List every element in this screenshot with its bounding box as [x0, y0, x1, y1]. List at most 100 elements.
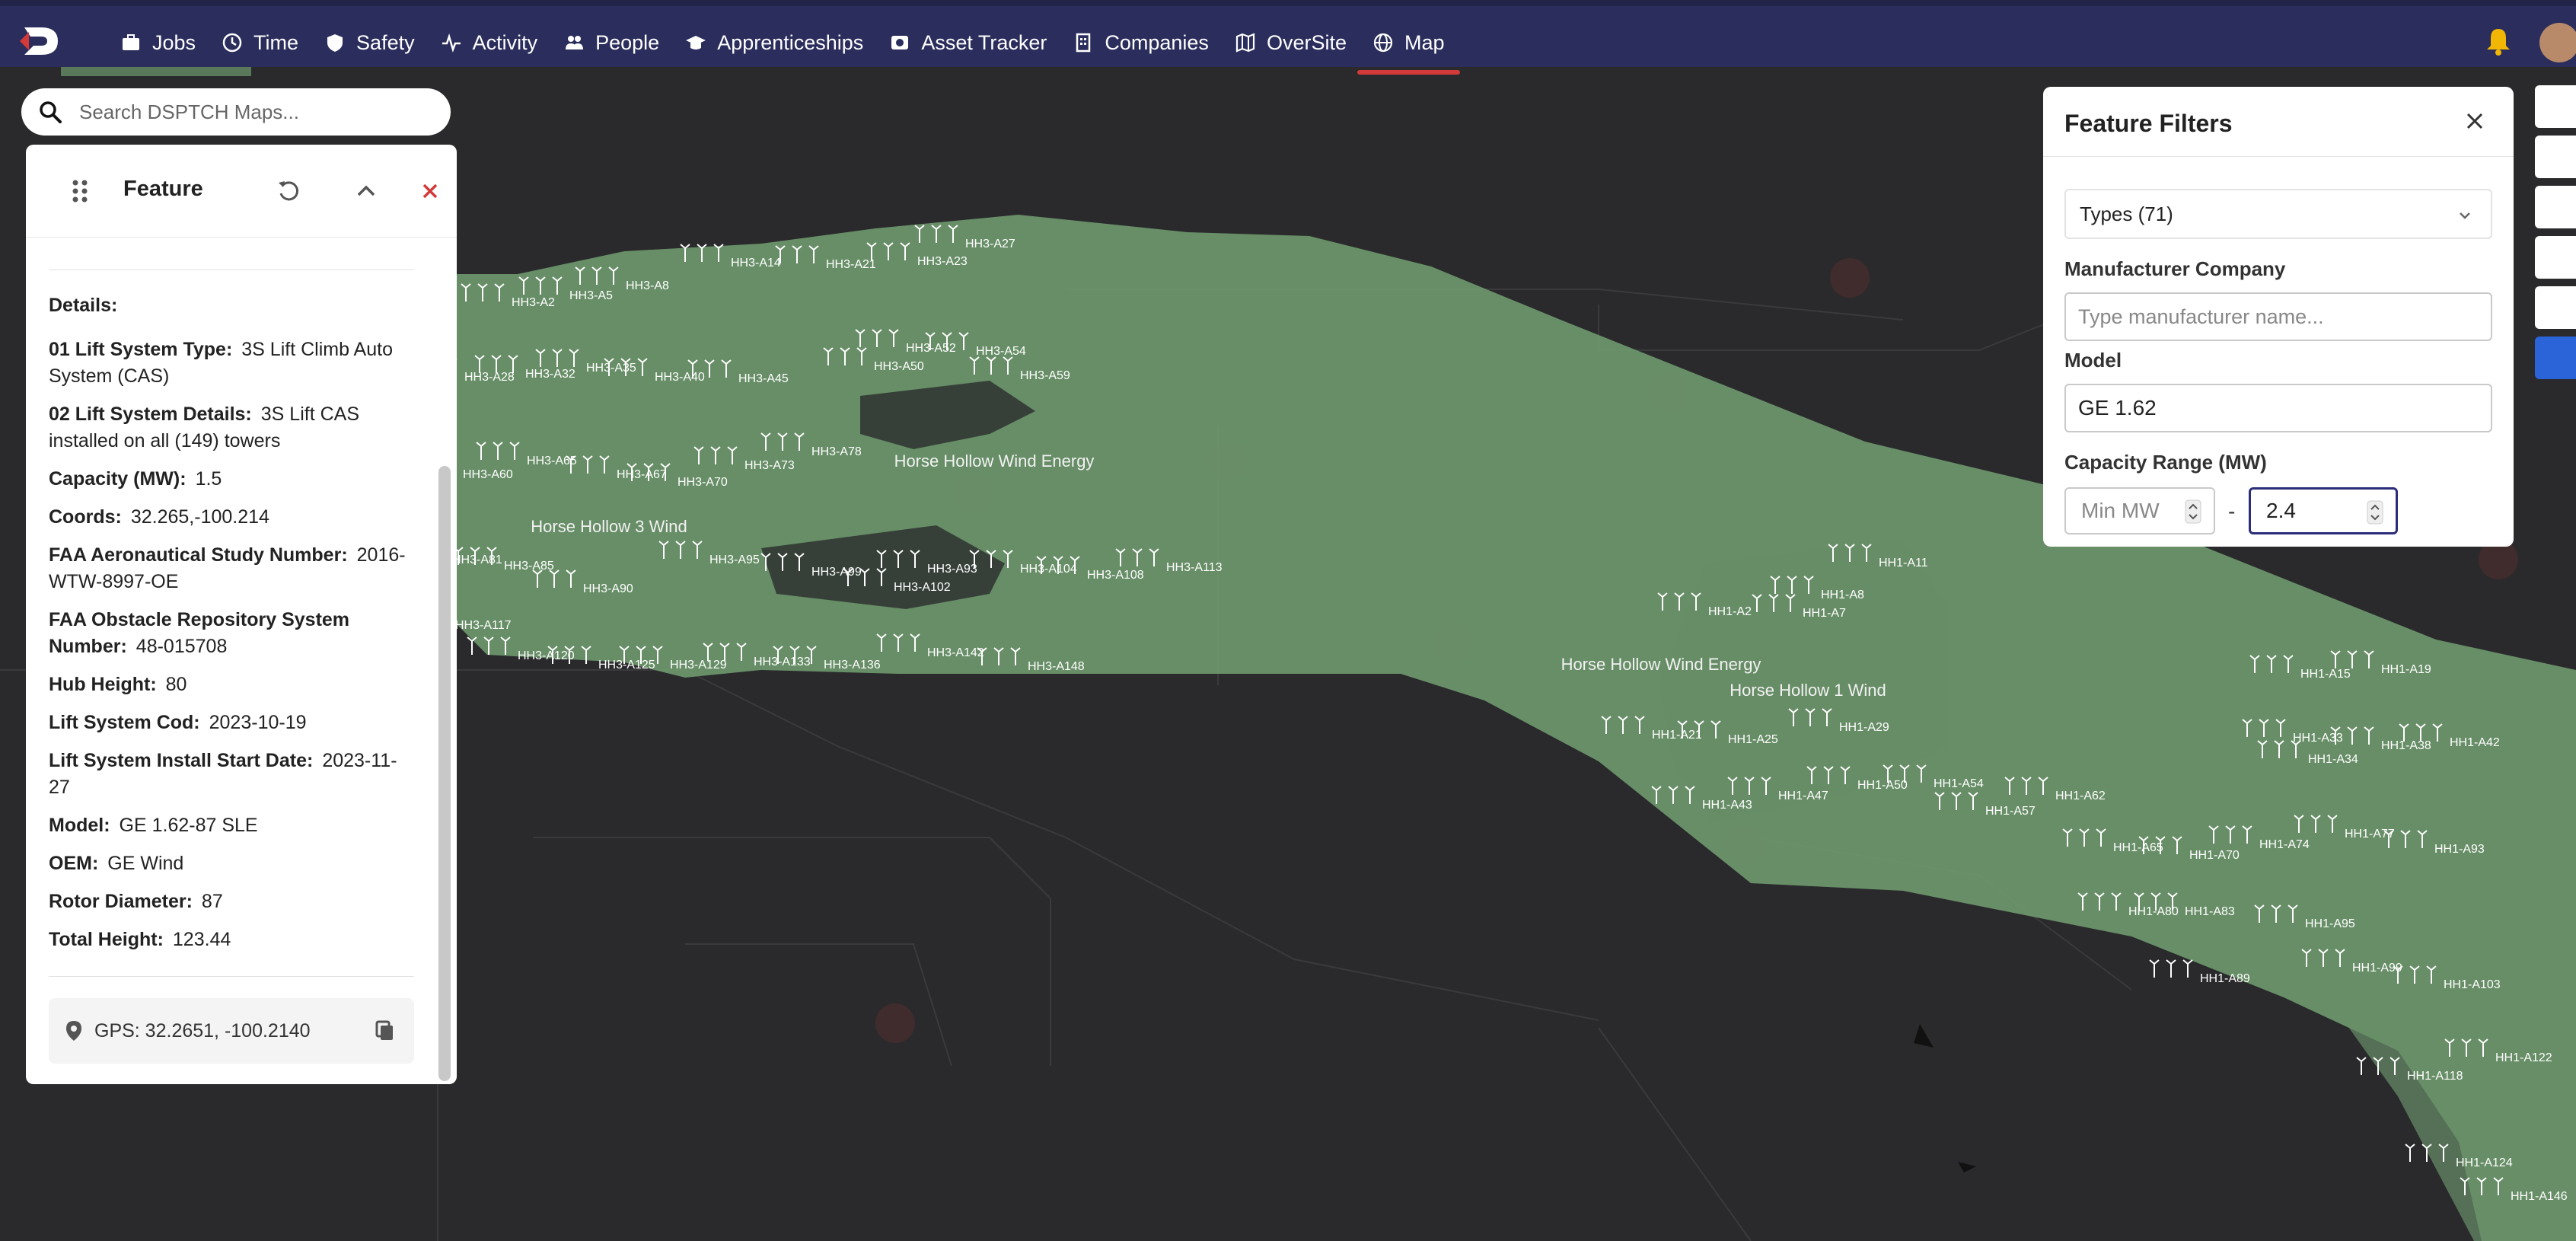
manufacturer-input[interactable]: Type manufacturer name...: [2064, 292, 2492, 341]
detail-key: Hub Height:: [49, 674, 157, 695]
detail-row: Lift System Cod: 2023-10-19: [49, 710, 414, 736]
search-input[interactable]: [79, 100, 429, 124]
detail-row: Coords: 32.265,-100.214: [49, 504, 414, 531]
dsptch-logo-icon[interactable]: [20, 23, 65, 59]
capacity-max-input[interactable]: 2.4: [2249, 487, 2398, 534]
notification-bell-icon[interactable]: [2483, 26, 2514, 56]
turbine-label: HH3-A142: [927, 646, 984, 659]
close-icon[interactable]: [417, 178, 443, 204]
layers-icon[interactable]: [2535, 136, 2576, 178]
nav-item-asset-tracker[interactable]: Asset Tracker: [889, 12, 1073, 73]
stepper-icon[interactable]: [2185, 499, 2201, 524]
stepper-icon[interactable]: [2367, 500, 2383, 525]
map-layers-button[interactable]: [2535, 85, 2576, 128]
turbine-label: HH3-A125: [598, 659, 655, 672]
map-marker-icon: [1958, 1162, 1976, 1172]
feature-panel: Feature Details: 01 Lift System Type: 3S …: [26, 145, 457, 1084]
feature-filters-panel: Feature Filters Types (71) Manufacturer …: [2043, 87, 2514, 547]
turbine-label: HH1-A57: [1985, 805, 2036, 818]
turbine-label: HH3-A23: [917, 255, 968, 268]
turbine-label: HH1-A93: [2434, 843, 2485, 856]
detail-value: 32.265,-100.214: [130, 506, 269, 528]
location-pin-icon: [66, 1021, 81, 1041]
turbine-label: HH1-A47: [1778, 790, 1828, 802]
detail-row: Model: GE 1.62-87 SLE: [49, 812, 414, 839]
feature-panel-title: Feature: [123, 177, 203, 201]
reset-icon[interactable]: [276, 178, 301, 204]
nav-item-time[interactable]: Time: [222, 12, 324, 73]
area-label: Horse Hollow Wind Energy: [894, 451, 1095, 471]
drag-handle-icon[interactable]: [69, 178, 91, 204]
detail-value: 2023-10-19: [209, 712, 307, 733]
detail-row: Rotor Diameter: 87: [49, 888, 414, 915]
turbine-label: HH3-A117: [455, 619, 512, 632]
turbine-label: HH3-A78: [811, 445, 862, 458]
turbine-label: HH3-A120: [518, 649, 575, 662]
turbine-label: HH1-A54: [1934, 777, 1984, 790]
feature-panel-body: Details: 01 Lift System Type: 3S Lift Cli…: [26, 238, 457, 1084]
turbine-label: HH1-A80: [2128, 905, 2179, 918]
detail-value: 123.44: [172, 929, 231, 950]
search-icon: [40, 101, 62, 123]
nav-item-label: People: [595, 30, 660, 54]
building-icon[interactable]: [2535, 286, 2576, 329]
turbine-label: HH3-A65: [527, 455, 577, 467]
nav-item-label: Map: [1404, 30, 1445, 54]
area-label: Horse Hollow 1 Wind: [1730, 681, 1886, 700]
alert-icon[interactable]: [2535, 337, 2576, 379]
turbine-label: HH3-A67: [617, 468, 667, 481]
nav-item-safety[interactable]: Safety: [324, 12, 441, 73]
detail-value: 80: [165, 674, 187, 695]
user-avatar[interactable]: [2539, 23, 2576, 62]
map-app: Horse Hollow Wind Energy Horse Hollow 3 …: [0, 0, 2576, 1241]
capacity-min-input[interactable]: Min MW: [2064, 487, 2215, 534]
nav-item-people[interactable]: People: [563, 12, 685, 73]
nav-item-activity[interactable]: Activity: [441, 12, 564, 73]
details-list: 01 Lift System Type: 3S Lift Climb Auto S…: [49, 337, 414, 953]
detail-key: OEM:: [49, 853, 99, 874]
detail-key: Rotor Diameter:: [49, 891, 193, 912]
nav-item-oversite[interactable]: OverSite: [1235, 12, 1372, 73]
detail-value: 48-015708: [135, 636, 228, 657]
close-icon[interactable]: [2462, 108, 2488, 134]
detail-value: 87: [201, 891, 223, 912]
copy-icon[interactable]: [375, 1019, 396, 1042]
nav-item-jobs[interactable]: Jobs: [120, 12, 222, 73]
types-dropdown[interactable]: Types (71): [2064, 189, 2492, 239]
turbine-label: HH1-A146: [2511, 1190, 2568, 1203]
nav-item-companies[interactable]: Companies: [1073, 12, 1235, 73]
turbine-label: HH3-A2: [512, 296, 555, 309]
wind-turbine-icon: [2356, 1057, 2367, 1075]
turbine-label: HH3-A54: [976, 345, 1026, 358]
detail-key: Lift System Install Start Date:: [49, 750, 314, 771]
nav-item-map[interactable]: Map: [1357, 12, 1471, 75]
detail-value: GE Wind: [107, 853, 184, 874]
turbine-label: HH1-A8: [1821, 589, 1864, 601]
collapse-icon[interactable]: [353, 178, 379, 204]
turbine-label: HH1-A103: [2444, 978, 2501, 991]
detail-value: GE 1.62-87 SLE: [119, 815, 258, 836]
detail-key: Total Height:: [49, 929, 164, 950]
capacity-range-label: Capacity Range (MW): [2064, 451, 2267, 474]
turbine-label: HH1-A95: [2305, 917, 2355, 930]
turbine-label: HH1-A25: [1728, 733, 1778, 746]
turbine-label: HH1-A83: [2185, 905, 2235, 918]
gear-icon[interactable]: [2535, 236, 2576, 279]
manufacturer-label: Manufacturer Company: [2064, 257, 2286, 280]
turbine-label: HH3-A50: [874, 360, 924, 373]
capacity-max-value: 2.4: [2266, 499, 2296, 522]
turbine-label: HH1-A2: [1708, 605, 1752, 618]
detail-key: 01 Lift System Type:: [49, 339, 233, 360]
turbine-label: HH3-A59: [1020, 369, 1070, 382]
model-input[interactable]: GE 1.62: [2064, 384, 2492, 432]
turbine-label: HH1-A29: [1839, 721, 1889, 734]
user-icon[interactable]: [2535, 186, 2576, 228]
clock-icon: [222, 33, 242, 53]
nav-item-label: Asset Tracker: [921, 30, 1047, 54]
turbine-label: HH3-A99: [811, 566, 862, 579]
turbine-label: HH1-A43: [1702, 799, 1752, 812]
turbine-label: HH3-A40: [655, 371, 705, 384]
nav-item-label: Activity: [472, 30, 538, 54]
feature-panel-scrollbar[interactable]: [438, 466, 451, 1081]
nav-item-apprenticeships[interactable]: Apprenticeships: [685, 12, 889, 73]
